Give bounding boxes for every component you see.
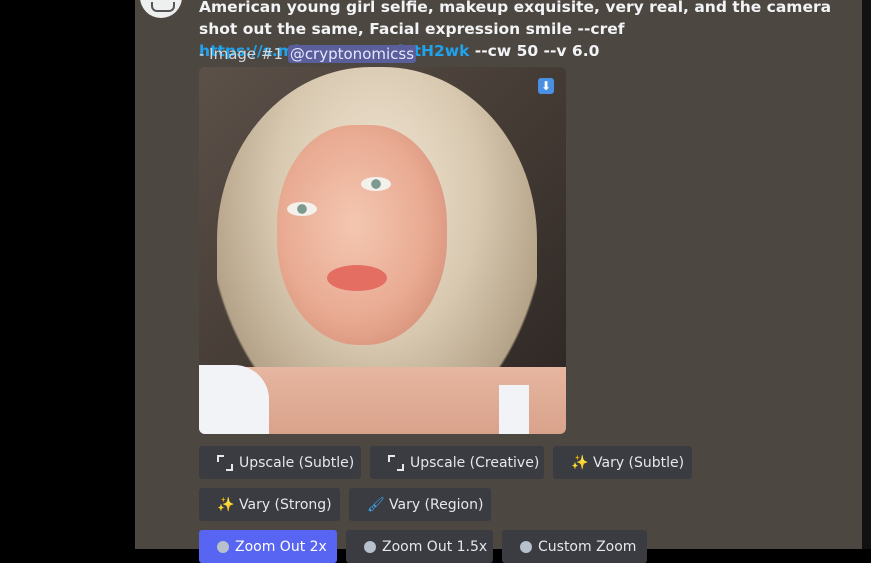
- circle-icon: [364, 540, 376, 553]
- paintbrush-icon: 🖌: [367, 496, 385, 513]
- scrollbar-track[interactable]: [862, 0, 871, 549]
- user-mention[interactable]: @cryptonomicss: [287, 45, 417, 63]
- top-strap-left: [199, 365, 269, 434]
- button-label: Custom Zoom: [538, 538, 637, 555]
- prompt-suffix: --cw 50 --v 6.0: [469, 42, 600, 60]
- top-strap-right: [499, 385, 529, 434]
- upscale-creative-button[interactable]: Upscale (Creative): [370, 446, 544, 479]
- expand-icon: [388, 454, 404, 471]
- left-eye: [287, 202, 317, 216]
- button-label: Upscale (Subtle): [239, 454, 355, 471]
- vary-strong-button[interactable]: ✨ Vary (Strong): [199, 488, 340, 521]
- expand-icon: [217, 454, 233, 471]
- circle-icon: [217, 540, 229, 553]
- image-label: - Image #1: [199, 45, 288, 63]
- ship-icon: [151, 2, 175, 12]
- zoom-out-2x-button[interactable]: Zoom Out 2x: [199, 530, 337, 563]
- vary-subtle-button[interactable]: ✨ Vary (Subtle): [553, 446, 692, 479]
- button-label: Zoom Out 2x: [235, 538, 327, 555]
- button-label: Vary (Strong): [239, 496, 332, 513]
- upscale-subtle-button[interactable]: Upscale (Subtle): [199, 446, 361, 479]
- generated-image[interactable]: ⬇: [199, 67, 566, 434]
- right-eye: [361, 177, 391, 191]
- button-label: Vary (Region): [389, 496, 484, 513]
- custom-zoom-button[interactable]: Custom Zoom: [502, 530, 647, 563]
- face-shape: [277, 125, 447, 345]
- circle-icon: [520, 540, 532, 553]
- magic-wand-icon: ✨: [217, 496, 235, 513]
- prompt-body: American young girl selfie, makeup exqui…: [199, 0, 832, 38]
- lips: [327, 265, 387, 291]
- vary-region-button[interactable]: 🖌 Vary (Region): [349, 488, 491, 521]
- button-label: Vary (Subtle): [593, 454, 685, 471]
- magic-wand-icon: ✨: [571, 454, 589, 471]
- image-meta: - Image #1 @cryptonomicss: [199, 43, 417, 65]
- zoom-out-1-5x-button[interactable]: Zoom Out 1.5x: [346, 530, 493, 563]
- button-label: Zoom Out 1.5x: [382, 538, 488, 555]
- button-label: Upscale (Creative): [410, 454, 540, 471]
- download-icon[interactable]: ⬇: [538, 78, 554, 94]
